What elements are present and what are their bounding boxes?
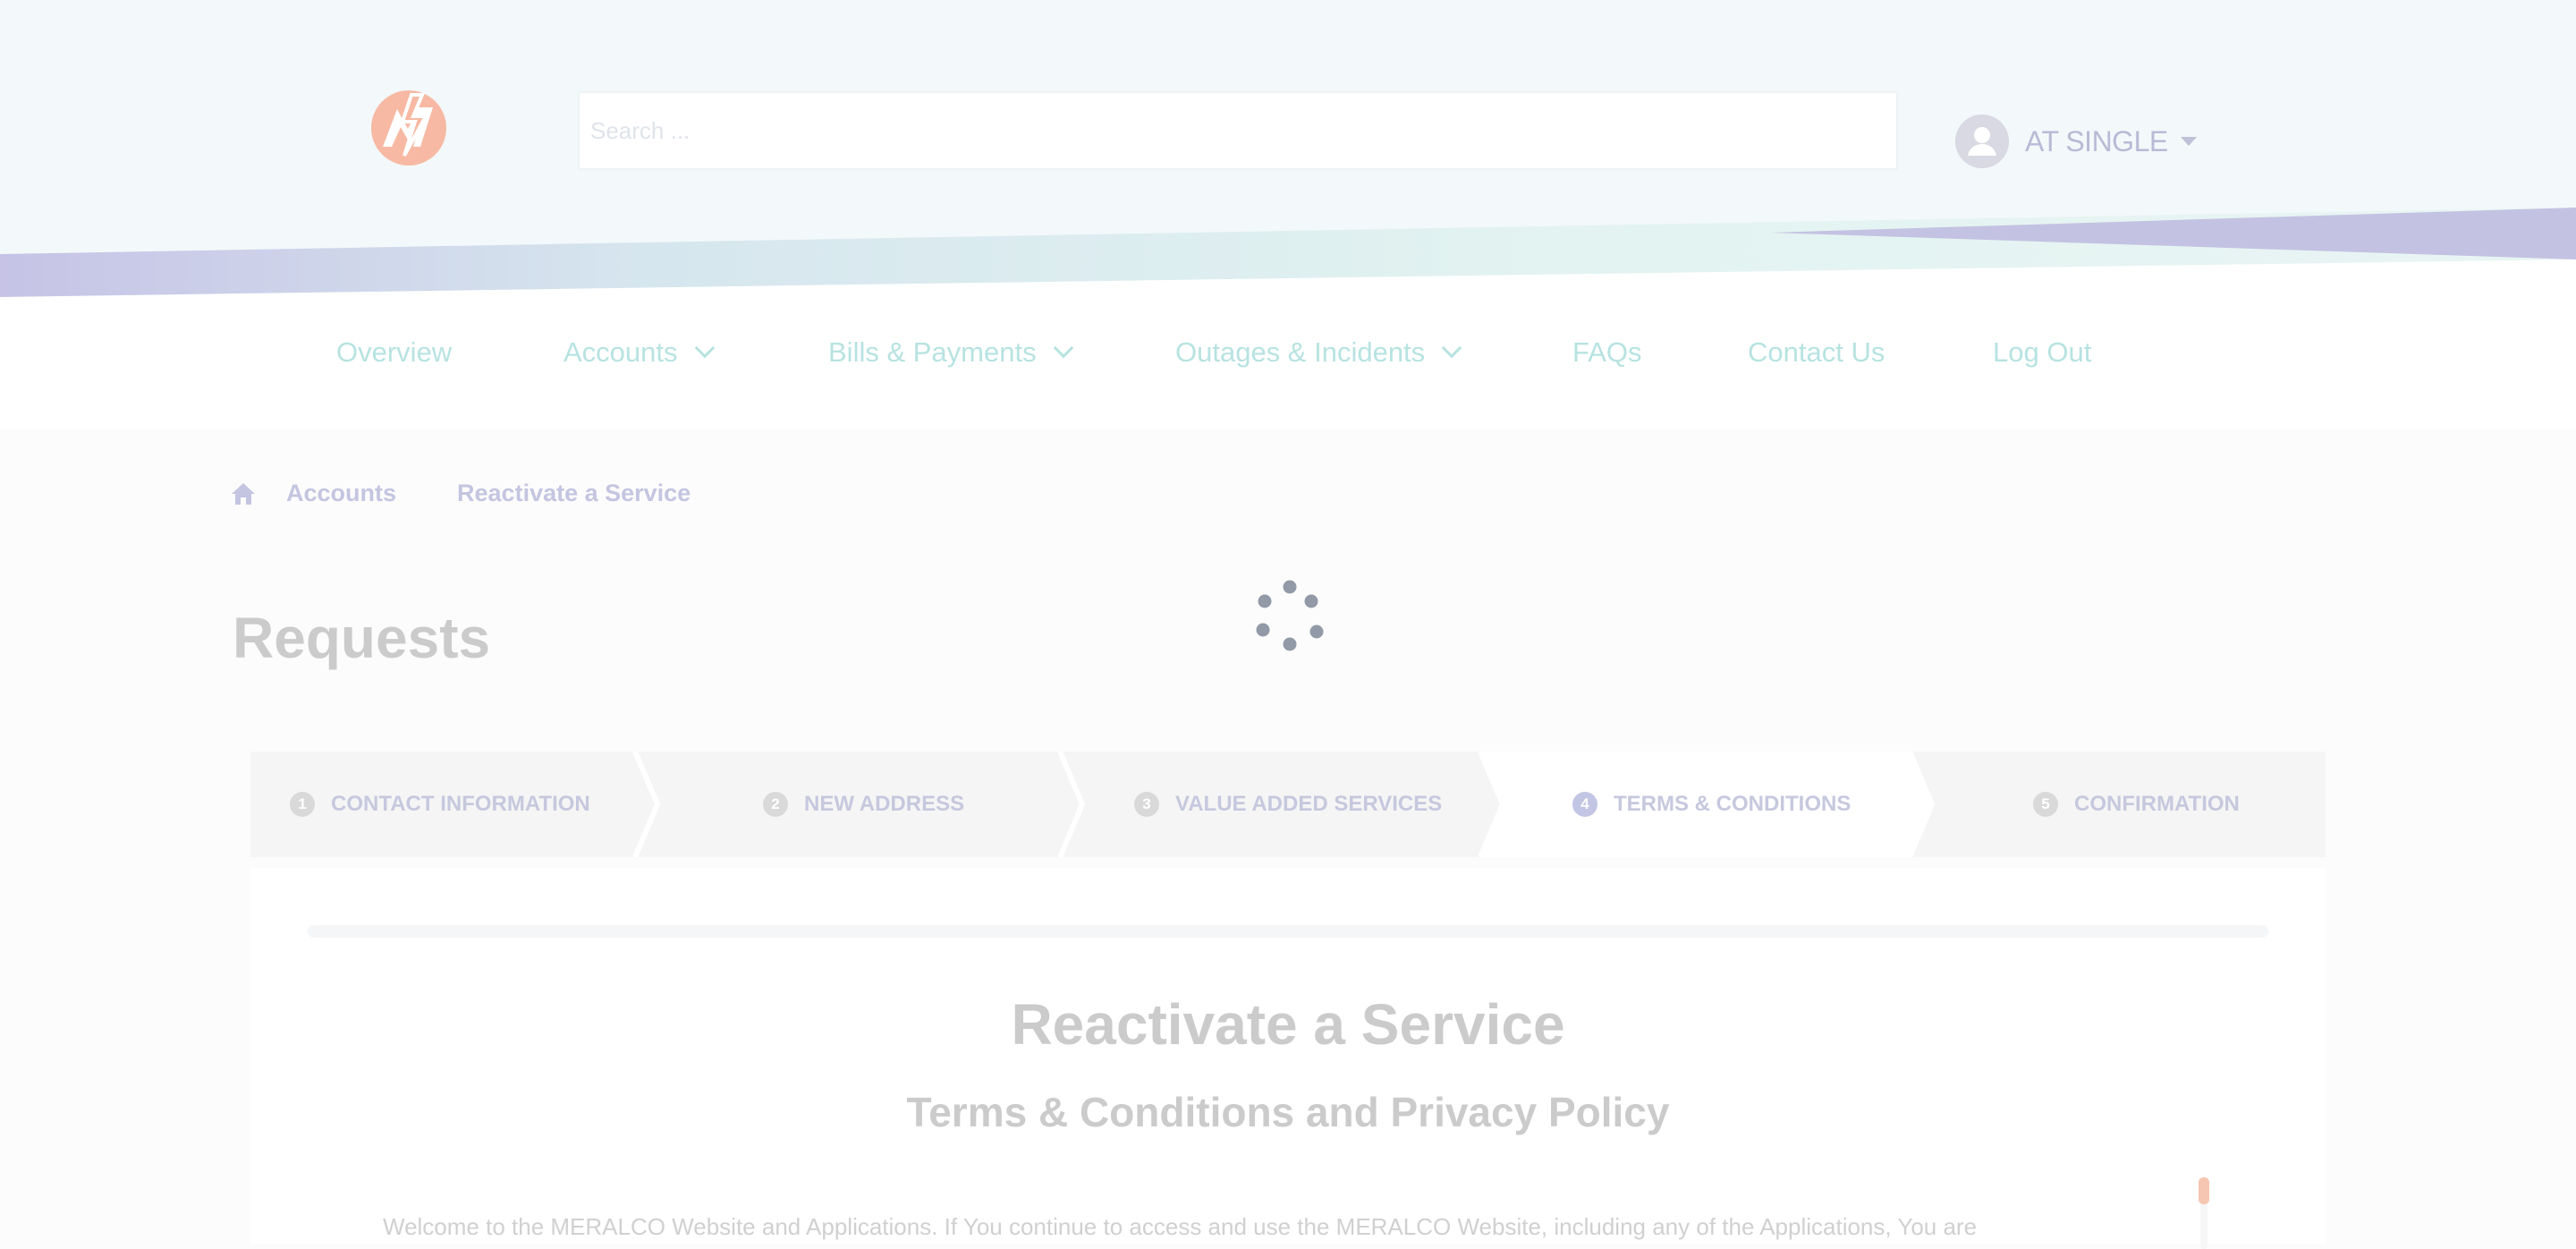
nav-item-label: Accounts — [564, 336, 678, 368]
terms-scrollbar-thumb[interactable] — [2199, 1177, 2209, 1204]
header-wave-decoration — [0, 208, 2576, 429]
user-avatar-icon — [1955, 115, 2009, 168]
nav-item-label: Contact Us — [1748, 336, 1885, 368]
step-new-address[interactable]: 2 NEW ADDRESS — [763, 752, 964, 857]
user-menu[interactable]: AT SINGLE — [1955, 115, 2197, 168]
nav-item-contact-us[interactable]: Contact Us — [1748, 336, 1885, 369]
nav-item-outages-incidents[interactable]: Outages & Incidents — [1175, 336, 1462, 369]
nav-item-bills-payments[interactable]: Bills & Payments — [828, 336, 1073, 369]
step-label: TERMS & CONDITIONS — [1614, 792, 1852, 816]
search-input[interactable] — [578, 91, 1898, 170]
step-label: VALUE ADDED SERVICES — [1175, 792, 1443, 816]
step-label: CONTACT INFORMATION — [331, 792, 590, 816]
nav-item-label: Outages & Incidents — [1175, 336, 1426, 368]
step-terms-conditions[interactable]: 4 TERMS & CONDITIONS — [1572, 752, 1851, 857]
step-contact-information[interactable]: 1 CONTACT INFORMATION — [290, 752, 590, 857]
nav-item-label: Log Out — [1993, 336, 2092, 368]
loading-spinner-icon — [1256, 580, 1324, 651]
nav-item-label: Bills & Payments — [828, 336, 1037, 368]
page-title: Requests — [233, 606, 491, 670]
chevron-down-icon — [694, 337, 715, 359]
nav-item-accounts[interactable]: Accounts — [564, 336, 715, 369]
caret-down-icon — [2180, 137, 2197, 146]
main-nav: Overview Accounts Bills & Payments Outag… — [0, 329, 2576, 379]
card-title: Reactivate a Service — [1011, 992, 1565, 1057]
step-value-added-services[interactable]: 3 VALUE ADDED SERVICES — [1134, 752, 1442, 857]
card-subtitle: Terms & Conditions and Privacy Policy — [906, 1089, 1670, 1135]
breadcrumb: Accounts Reactivate a Service — [231, 480, 691, 507]
step-label: NEW ADDRESS — [804, 792, 965, 816]
nav-item-log-out[interactable]: Log Out — [1993, 336, 2091, 369]
step-number: 3 — [1134, 792, 1159, 817]
step-progress-bar: 1 CONTACT INFORMATION 2 NEW ADDRESS 3 VA… — [250, 752, 2326, 857]
meralco-logo[interactable] — [370, 89, 447, 166]
step-number: 5 — [2033, 792, 2058, 817]
nav-item-label: FAQs — [1572, 336, 1642, 368]
nav-item-faqs[interactable]: FAQs — [1572, 336, 1642, 369]
step-label: CONFIRMATION — [2074, 792, 2240, 816]
step-confirmation[interactable]: 5 CONFIRMATION — [2033, 752, 2240, 857]
step-number: 1 — [290, 792, 315, 817]
terms-body-text: Welcome to the MERALCO Website and Appli… — [383, 1213, 1978, 1240]
form-progress-track — [308, 925, 2268, 938]
step-number: 2 — [763, 792, 788, 817]
content-card: Reactivate a Service Terms & Conditions … — [250, 868, 2326, 1249]
user-name: AT SINGLE — [2025, 124, 2168, 157]
chevron-down-icon — [1053, 337, 1073, 359]
nav-item-label: Overview — [336, 336, 453, 368]
nav-item-overview[interactable]: Overview — [336, 336, 452, 369]
step-number: 4 — [1572, 792, 1597, 817]
chevron-down-icon — [1441, 337, 1462, 359]
home-icon[interactable] — [231, 482, 256, 506]
breadcrumb-item-accounts[interactable]: Accounts — [286, 480, 396, 507]
breadcrumb-item-current: Reactivate a Service — [457, 480, 691, 506]
